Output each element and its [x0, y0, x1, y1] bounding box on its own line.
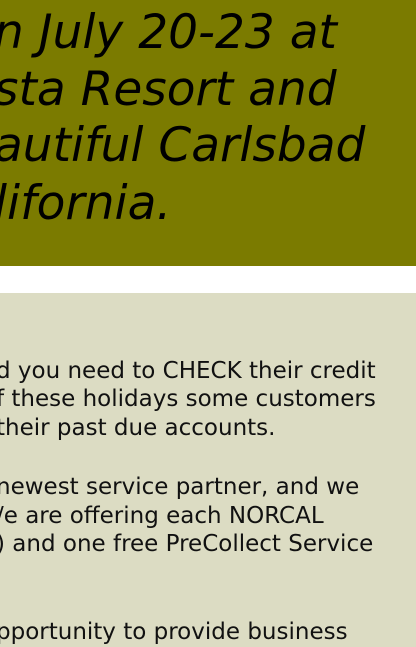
banner-line-3: autiful Carlsbad: [0, 118, 366, 173]
body-line-4: newest service partner, and we: [0, 474, 360, 500]
event-banner: n July 20-23 at sta Resort and autiful C…: [0, 0, 416, 266]
banner-line-1: n July 20-23 at: [0, 5, 337, 60]
body-line-1: d you need to CHECK their credit: [0, 358, 376, 384]
body-line-2: f these holidays some customers: [0, 386, 376, 412]
article-body: d you need to CHECK their credit f these…: [0, 293, 416, 647]
banner-line-2: sta Resort and: [0, 62, 337, 117]
body-line-7: pportunity to provide business: [0, 619, 348, 645]
banner-line-4: lifornia.: [0, 176, 172, 231]
body-line-6: ) and one free PreCollect Service: [0, 531, 374, 557]
page: n July 20-23 at sta Resort and autiful C…: [0, 0, 416, 647]
banner-divider: [0, 266, 416, 293]
body-line-5: /e are offering each NORCAL: [0, 503, 324, 529]
body-line-3: their past due accounts.: [0, 415, 276, 441]
